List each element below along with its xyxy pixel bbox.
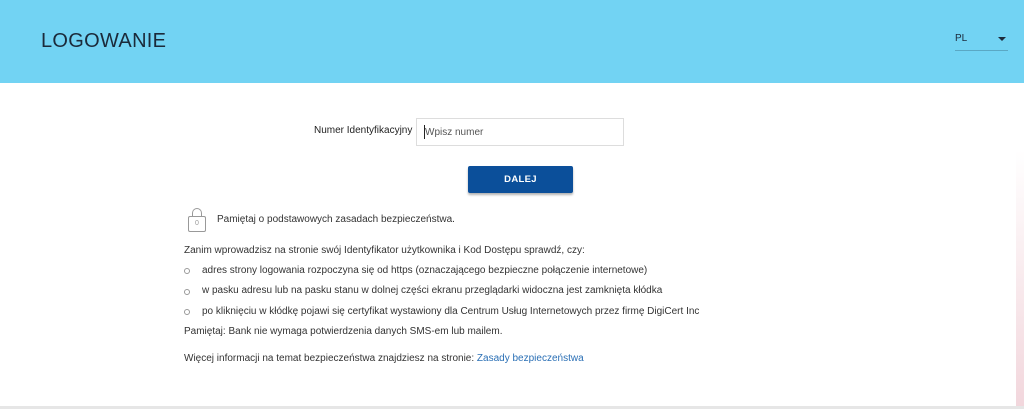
page-title: LOGOWANIE [41,30,167,52]
security-item-certificate: po kliknięciu w kłódkę pojawi się certyf… [202,306,700,317]
next-button[interactable]: DALEJ [468,166,573,193]
chevron-down-icon [998,37,1006,41]
language-select[interactable]: PL [955,30,1008,51]
text-cursor [424,125,425,139]
header-bar: LOGOWANIE PL [0,0,1024,83]
sms-note: Pamiętaj: Bank nie wymaga potwierdzenia … [184,326,503,337]
id-number-label: Numer Identyfikacyjny [314,125,413,136]
bullet-icon [184,309,190,315]
security-item-https: adres strony logowania rozpoczyna się od… [202,265,648,276]
more-info-text: Więcej informacji na temat bezpieczeństw… [184,353,475,364]
security-intro: Zanim wprowadzisz na stronie swój Identy… [184,245,585,256]
security-item-padlock: w pasku adresu lub na pasku stanu w doln… [202,285,663,296]
language-value: PL [955,33,968,44]
bullet-icon [184,268,190,274]
security-reminder: Pamiętaj o podstawowych zasadach bezpiec… [217,214,455,225]
more-info: Więcej informacji na temat bezpieczeństw… [184,353,584,364]
page-edge-decoration [1016,150,1024,409]
id-number-input[interactable] [416,118,624,146]
lock-icon: 0 [188,208,206,232]
bullet-icon [184,289,190,295]
security-rules-link[interactable]: Zasady bezpieczeństwa [477,353,584,364]
